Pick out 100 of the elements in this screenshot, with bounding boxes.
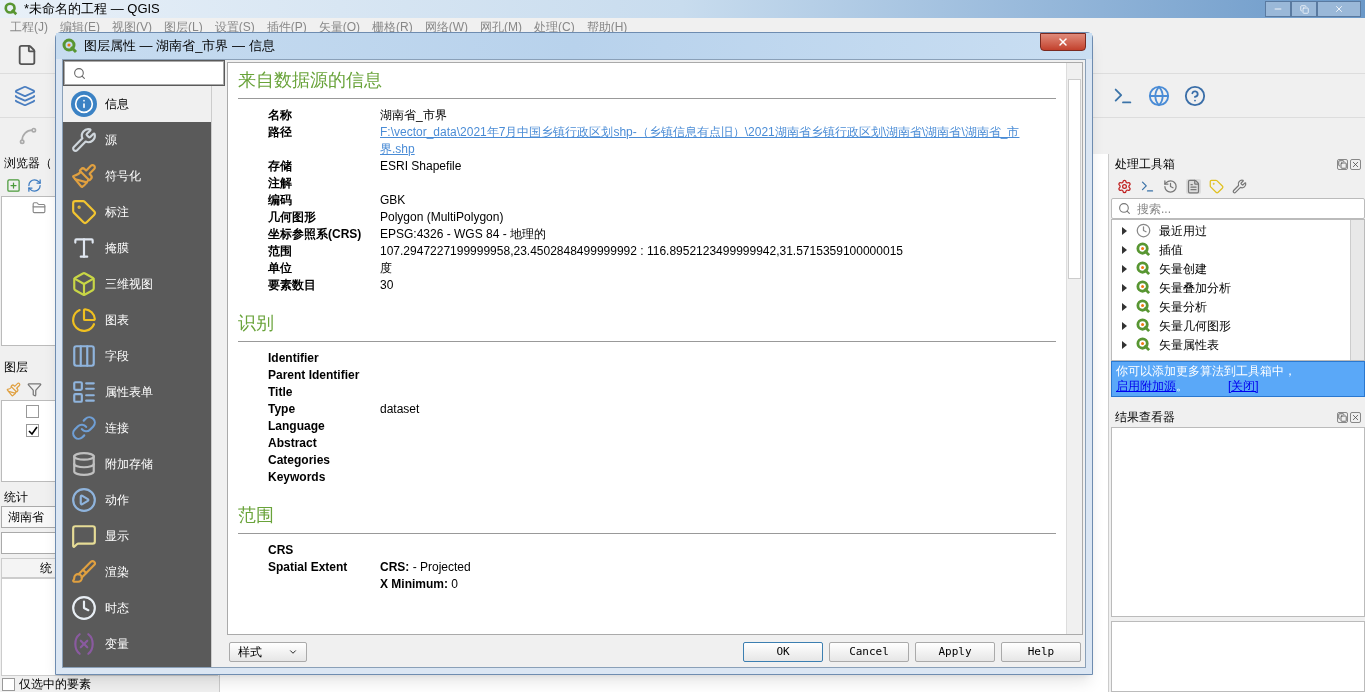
close-icon[interactable]: [1350, 411, 1361, 423]
pie-chart-icon: [71, 307, 97, 333]
search-icon: [1118, 202, 1131, 215]
toolbox-group[interactable]: 矢量几何图形: [1159, 316, 1231, 335]
expand-arrow-icon[interactable]: [1120, 302, 1128, 311]
dialog-button[interactable]: OK: [743, 642, 823, 662]
field-value: GBK: [380, 192, 406, 209]
toolbox-group[interactable]: 矢量叠加分析: [1159, 278, 1231, 297]
dialog-button[interactable]: Cancel: [829, 642, 909, 662]
search-input[interactable]: 搜索...: [1137, 199, 1358, 218]
variable-icon: [71, 631, 97, 657]
field-label: 范围: [268, 243, 293, 260]
field-value: EPSG:4326 - WGS 84 - 地理的: [380, 226, 547, 243]
toolbox-group[interactable]: 插值: [1159, 240, 1183, 259]
globe-icon[interactable]: [1148, 84, 1170, 107]
database-icon: [71, 451, 97, 477]
field-value: 湖南省_市界: [380, 107, 447, 124]
nav-item[interactable]: 信息: [63, 86, 211, 122]
style-dropdown[interactable]: 样式: [229, 642, 307, 662]
expand-arrow-icon[interactable]: [1120, 283, 1128, 292]
toolbox-group[interactable]: 矢量创建: [1159, 259, 1207, 278]
field-value: ESRI Shapefile: [380, 158, 462, 175]
field-label: 坐标参照系(CRS): [268, 226, 363, 243]
notice-banner: 你可以添加更多算法到工具箱中， 启用附加源。 [关闭]: [1111, 361, 1365, 397]
field-label: Keywords: [268, 469, 327, 486]
close-icon: [1057, 36, 1069, 48]
field-label: Title: [268, 384, 294, 401]
expand-arrow-icon[interactable]: [1120, 340, 1128, 349]
restore-icon: [1299, 4, 1309, 14]
provider-logo-icon: [1136, 318, 1151, 333]
field-label: Categories: [268, 452, 332, 469]
cube-icon: [71, 271, 97, 297]
field-value: 30: [380, 277, 394, 294]
option-checkbox[interactable]: [2, 677, 15, 691]
field-label: 路径: [268, 124, 293, 141]
folder-icon: [32, 201, 46, 215]
wrench-icon: [71, 127, 97, 153]
field-value: dataset: [380, 401, 420, 418]
panel-title: 统计: [3, 489, 29, 506]
app-logo-icon: [4, 2, 18, 16]
new-file-icon[interactable]: [16, 43, 38, 66]
help-icon[interactable]: [1184, 84, 1206, 107]
search-field[interactable]: [64, 61, 224, 85]
toolbox-group[interactable]: 矢量属性表: [1159, 335, 1219, 354]
float-icon[interactable]: [1337, 158, 1348, 170]
expand-arrow-icon[interactable]: [1120, 245, 1128, 254]
field-value: X Minimum: 0: [380, 576, 459, 593]
text-icon: [71, 235, 97, 261]
window-title: *未命名的工程 — QGIS: [24, 0, 160, 19]
add-icon[interactable]: [6, 177, 21, 193]
label-tag-icon: [71, 199, 97, 225]
expand-arrow-icon[interactable]: [1120, 321, 1128, 330]
dialog-button[interactable]: Apply: [915, 642, 995, 662]
restore-button[interactable]: [1291, 1, 1317, 17]
close-button[interactable]: [1040, 33, 1086, 51]
field-label: 要素数目: [268, 277, 317, 294]
field-label: CRS: [268, 542, 295, 559]
field-label: 编码: [268, 192, 293, 209]
provider-logo-icon: [1136, 299, 1151, 314]
path-link[interactable]: F:\vector_data\2021年7月中国乡镇行政区划shp-（乡镇信息有点旧）\2021湖南省乡镇行政区划\湖南省\湖南省\湖南省_市界.shp: [380, 124, 1030, 158]
dialog-button[interactable]: Help: [1001, 642, 1081, 662]
layer-checkbox[interactable]: [26, 424, 39, 437]
document-icon[interactable]: [1186, 178, 1201, 194]
clock-icon: [1136, 223, 1151, 238]
wrench-icon[interactable]: [1232, 178, 1247, 194]
minimize-button[interactable]: [1265, 1, 1291, 17]
dialog-title: 图层属性 — 湖南省_市界 — 信息: [84, 37, 275, 56]
toolbox-group[interactable]: 矢量分析: [1159, 297, 1207, 316]
expand-arrow-icon[interactable]: [1120, 264, 1128, 273]
columns-icon: [71, 343, 97, 369]
expand-arrow-icon[interactable]: [1120, 226, 1128, 235]
field-label: 名称: [268, 107, 293, 124]
field-label: 单位: [268, 260, 293, 277]
enable-link[interactable]: 启用附加源: [1116, 379, 1176, 393]
field-label: 注解: [268, 175, 293, 192]
paintbrush-icon[interactable]: [6, 381, 21, 397]
section-heading: 来自数据源的信息: [238, 70, 382, 90]
layers-icon[interactable]: [14, 84, 36, 107]
filter-icon[interactable]: [27, 381, 42, 397]
close-icon[interactable]: [1350, 158, 1361, 170]
field-value: Polygon (MultiPolygon): [380, 209, 504, 226]
digitize-icon[interactable]: [18, 126, 38, 146]
close-link[interactable]: [关闭]: [1228, 379, 1259, 393]
history-icon[interactable]: [1163, 178, 1178, 194]
link-icon: [71, 415, 97, 441]
float-icon[interactable]: [1337, 411, 1348, 423]
section-heading: 范围: [238, 505, 274, 525]
provider-logo-icon: [1136, 242, 1151, 257]
toolbox-group[interactable]: 最近用过: [1159, 221, 1207, 240]
brush-icon: [71, 559, 97, 585]
close-icon: [1334, 4, 1344, 14]
panel-title: 图层: [3, 359, 29, 376]
field-label: Language: [268, 418, 326, 435]
paintbrush-icon: [71, 163, 97, 189]
layer-checkbox[interactable]: [26, 405, 39, 418]
section-heading: 识别: [238, 313, 274, 333]
form-icon: [71, 379, 97, 405]
search-field[interactable]: 搜索...: [1111, 198, 1365, 219]
field-label: Identifier: [268, 350, 320, 367]
refresh-icon[interactable]: [27, 177, 42, 193]
